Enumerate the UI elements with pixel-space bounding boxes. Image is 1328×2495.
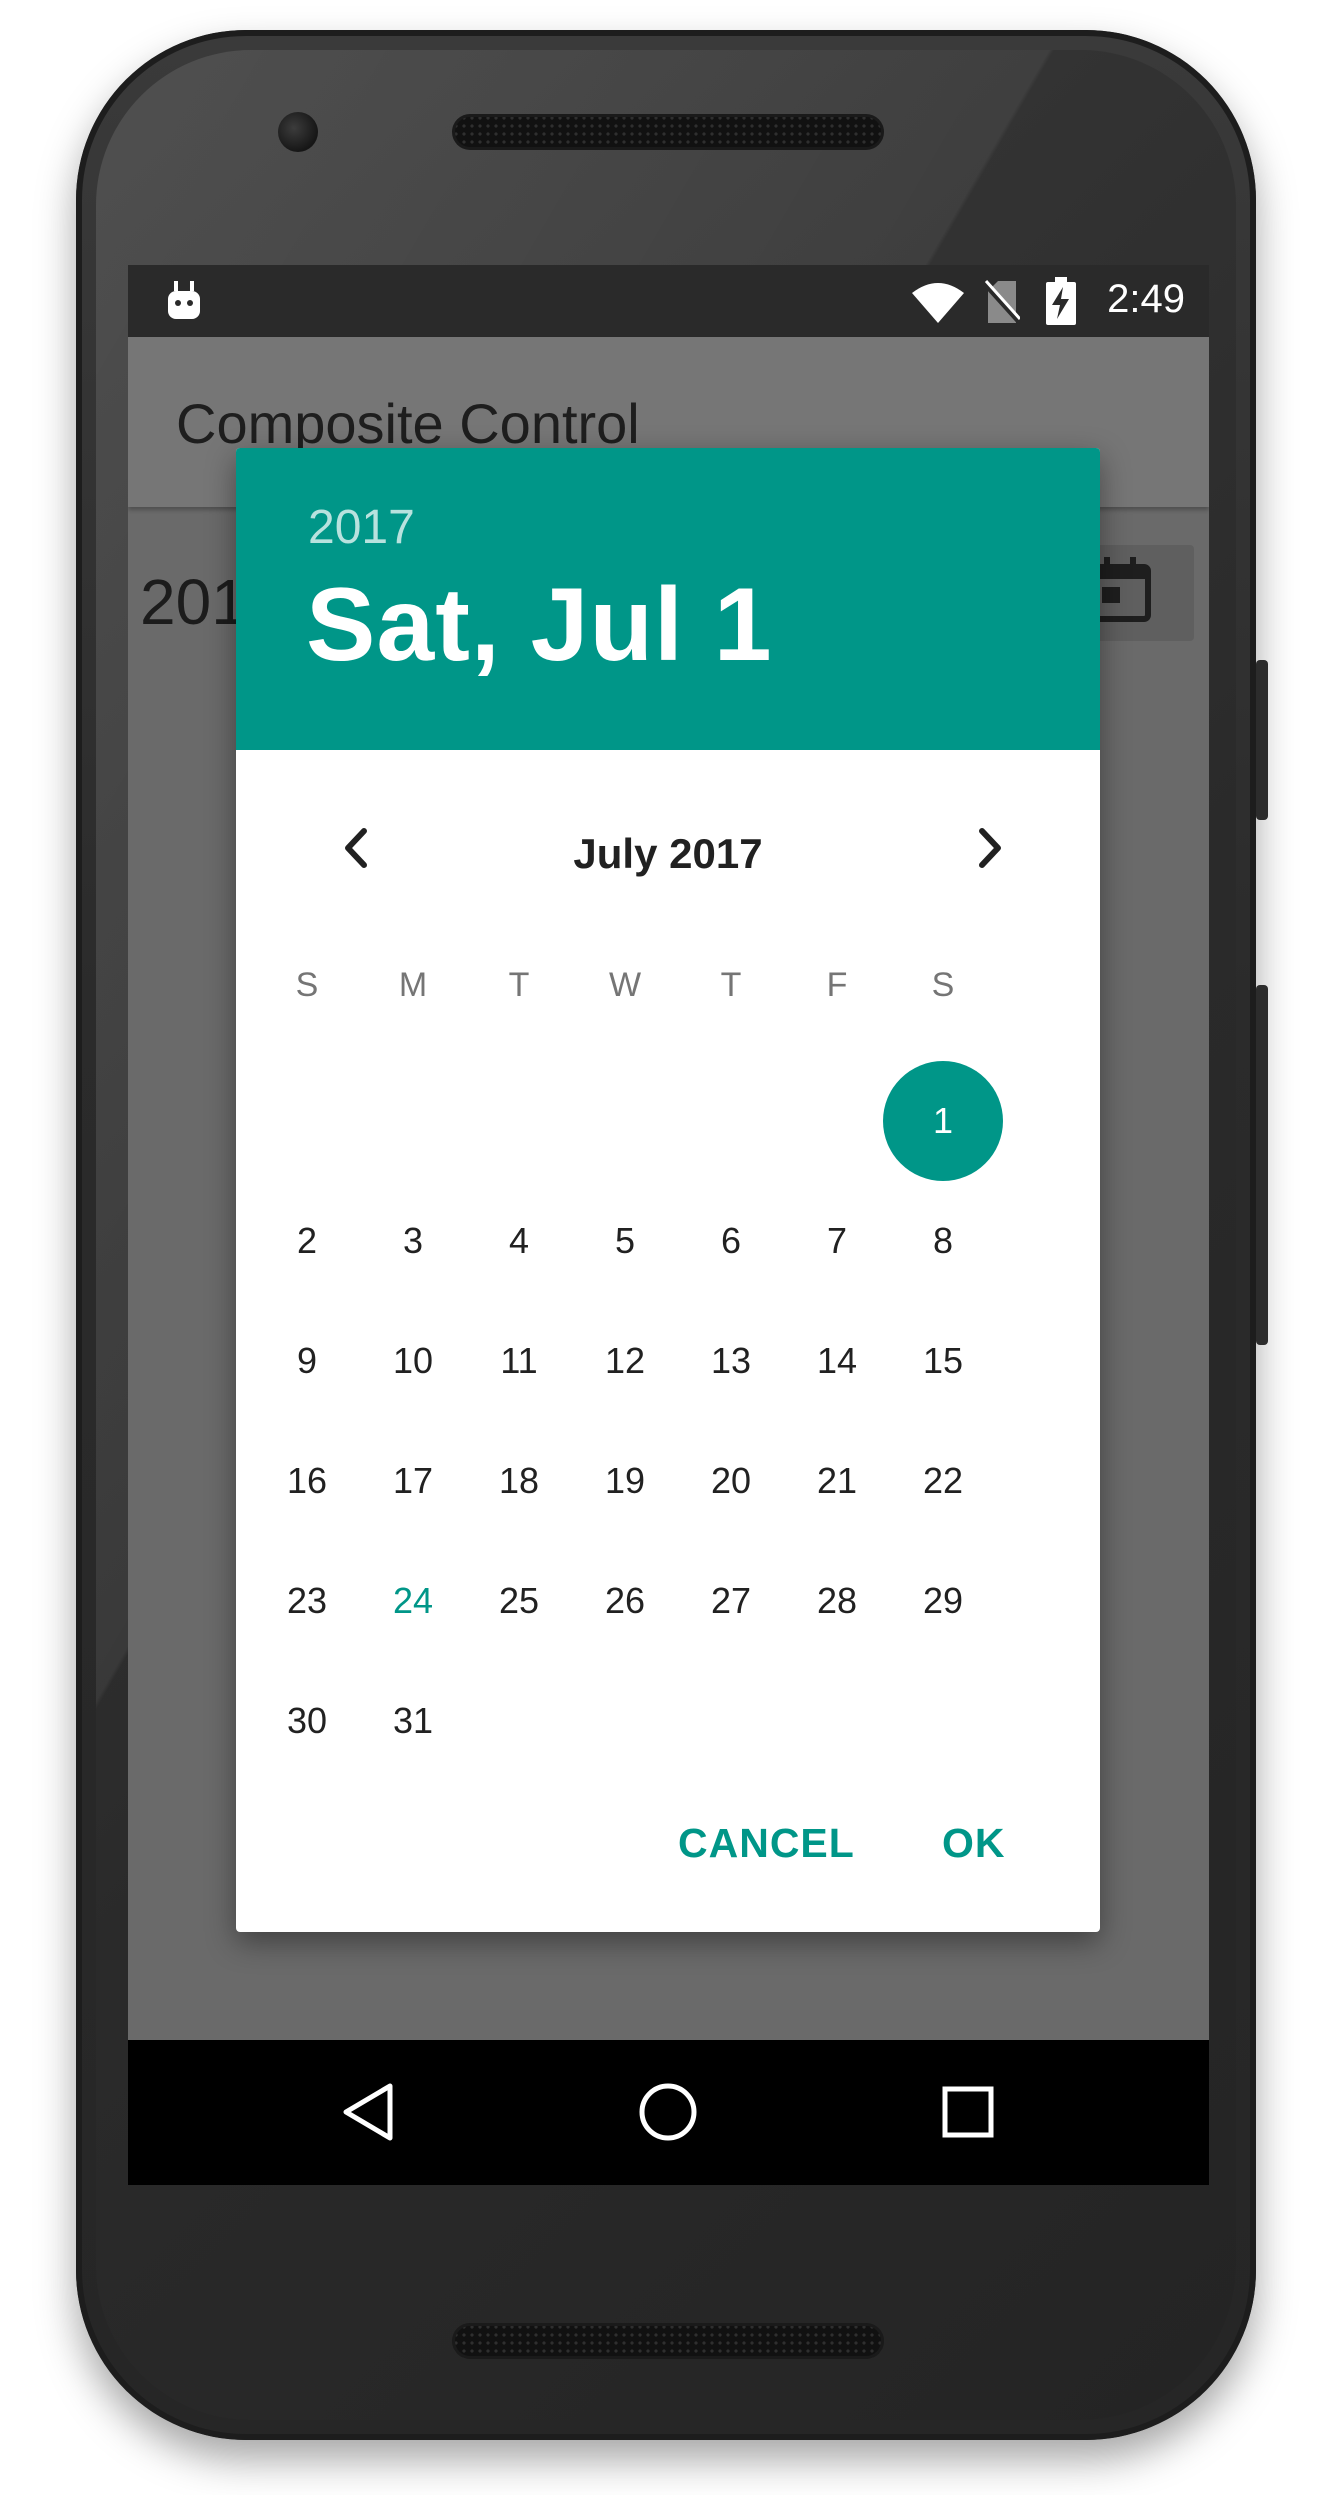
weekday-label: S xyxy=(931,966,955,1004)
status-bar: 2:49 xyxy=(128,265,1209,337)
day-cell[interactable]: 25 xyxy=(466,1571,572,1631)
day-cell[interactable]: 9 xyxy=(254,1331,360,1391)
day-cell[interactable]: 16 xyxy=(254,1451,360,1511)
day-cell[interactable]: 7 xyxy=(784,1211,890,1271)
day-cell[interactable]: 5 xyxy=(572,1211,678,1271)
day-cell[interactable]: 4 xyxy=(466,1211,572,1271)
day-cell[interactable]: 18 xyxy=(466,1451,572,1511)
header-selected-date[interactable]: Sat, Jul 1 xyxy=(306,566,773,685)
day-cell[interactable]: 15 xyxy=(890,1331,996,1391)
cancel-button[interactable]: CANCEL xyxy=(678,1820,855,1867)
no-sim-icon xyxy=(982,279,1022,330)
weekday-label: S xyxy=(295,966,319,1004)
day-cell[interactable]: 22 xyxy=(890,1451,996,1511)
day-cell[interactable]: 17 xyxy=(360,1451,466,1511)
weekday-label: F xyxy=(826,966,848,1004)
next-month-button[interactable] xyxy=(960,813,1020,888)
day-cell[interactable]: 31 xyxy=(360,1691,466,1751)
top-speaker-grille xyxy=(452,114,884,150)
day-cell[interactable]: 12 xyxy=(572,1331,678,1391)
day-cell[interactable]: 26 xyxy=(572,1571,678,1631)
day-cell[interactable]: 3 xyxy=(360,1211,466,1271)
app-title: Composite Control xyxy=(176,392,640,455)
day-cell[interactable]: 28 xyxy=(784,1571,890,1631)
weekday-label: T xyxy=(508,966,530,1004)
date-picker-dialog: 2017 Sat, Jul 1 July 2017 CANCEL OK SMTW… xyxy=(236,448,1100,1932)
day-cell[interactable]: 8 xyxy=(890,1211,996,1271)
volume-button xyxy=(1256,985,1268,1345)
day-cell[interactable]: 19 xyxy=(572,1451,678,1511)
android-debug-icon xyxy=(164,279,204,328)
day-cell[interactable]: 20 xyxy=(678,1451,784,1511)
header-year[interactable]: 2017 xyxy=(308,500,415,555)
status-time: 2:49 xyxy=(1107,277,1185,321)
dialog-header: 2017 Sat, Jul 1 xyxy=(236,448,1100,750)
power-button xyxy=(1256,660,1268,820)
weekday-label: T xyxy=(720,966,742,1004)
wifi-icon xyxy=(910,281,966,330)
day-cell[interactable]: 6 xyxy=(678,1211,784,1271)
day-cell[interactable]: 2 xyxy=(254,1211,360,1271)
day-cell[interactable]: 30 xyxy=(254,1691,360,1751)
day-cell[interactable]: 14 xyxy=(784,1331,890,1391)
battery-charging-icon xyxy=(1046,277,1076,330)
day-cell[interactable]: 21 xyxy=(784,1451,890,1511)
ok-button[interactable]: OK xyxy=(942,1820,1006,1867)
weekday-label: M xyxy=(398,966,428,1004)
day-cell[interactable]: 13 xyxy=(678,1331,784,1391)
back-icon[interactable] xyxy=(338,2080,398,2149)
chevron-right-icon xyxy=(979,828,1001,868)
day-cell[interactable]: 23 xyxy=(254,1571,360,1631)
home-icon[interactable] xyxy=(636,2080,700,2149)
day-cell-today[interactable]: 24 xyxy=(360,1571,466,1631)
day-cell[interactable]: 27 xyxy=(678,1571,784,1631)
day-cell[interactable]: 10 xyxy=(360,1331,466,1391)
system-navigation-bar xyxy=(128,2040,1209,2185)
day-cell[interactable]: 11 xyxy=(466,1331,572,1391)
recents-icon[interactable] xyxy=(938,2080,998,2149)
day-cell-selected[interactable]: 1 xyxy=(890,1091,996,1151)
weekday-label: W xyxy=(608,966,642,1004)
day-cell[interactable]: 29 xyxy=(890,1571,996,1631)
front-camera xyxy=(278,112,318,152)
device-screen: 2:49 Composite Control 2017 2017 Sat, Ju… xyxy=(128,265,1209,2185)
bottom-speaker-grille xyxy=(452,2323,884,2359)
